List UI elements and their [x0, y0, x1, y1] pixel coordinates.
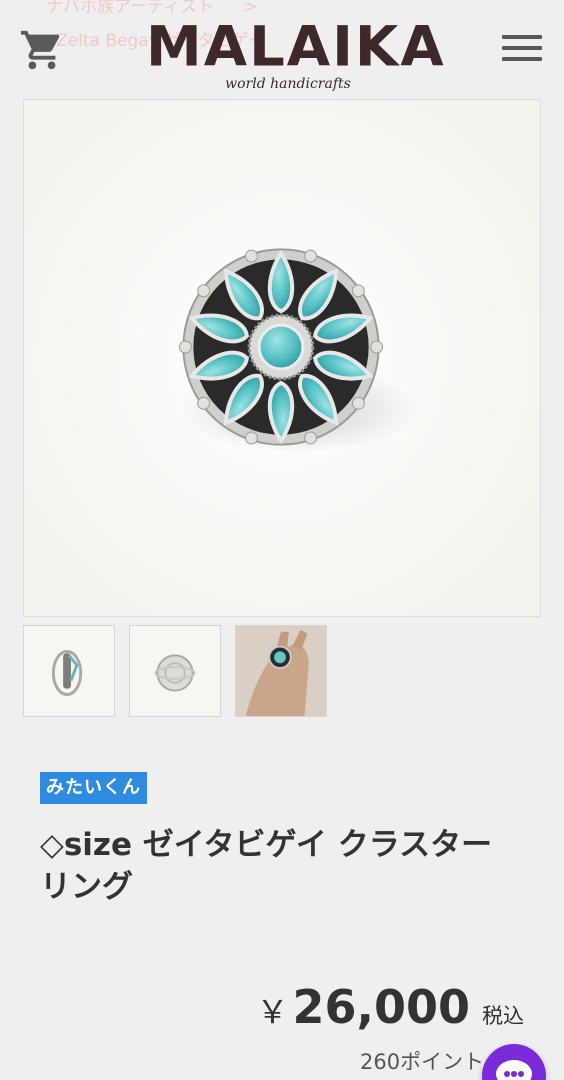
reward-points: 260ポイント [360, 1050, 485, 1074]
thumbnail-ring-side[interactable] [23, 625, 115, 717]
site-header: ナバホ族アーティスト > Zelta Begay ゼイタビゲイ MALAIKA … [0, 0, 564, 100]
chat-button[interactable] [482, 1044, 546, 1080]
thumbnail-strip [23, 625, 333, 717]
ring-on-hand-image [236, 626, 326, 716]
price: ￥ 26,000 税込 [256, 980, 524, 1034]
breadcrumb-separator: > [243, 0, 258, 17]
chat-dot [518, 1071, 524, 1077]
hamburger-line [502, 46, 542, 50]
thumbnail-ring-on-hand[interactable] [235, 625, 327, 717]
chat-dot [511, 1071, 517, 1077]
menu-button[interactable] [498, 28, 546, 68]
cart-button[interactable] [16, 26, 68, 74]
hamburger-menu-icon [502, 35, 542, 39]
ring-side-image [24, 626, 114, 716]
turquoise-ring-image [24, 100, 540, 616]
product-title: ◇size ゼイタビゲイ クラスター リング [40, 827, 493, 905]
chat-icon [496, 1060, 532, 1080]
product-main-image[interactable] [23, 99, 541, 617]
price-value: 26,000 [292, 980, 470, 1034]
price-tax-label: 税込 [482, 1004, 524, 1028]
logo-tagline: world handicrafts [225, 76, 351, 92]
price-currency: ￥ [256, 993, 289, 1031]
chat-dot [504, 1071, 510, 1077]
thumbnail-ring-back[interactable] [129, 625, 221, 717]
logo-wordmark: MALAIKA [146, 15, 446, 80]
cart-icon [20, 30, 60, 70]
hamburger-line [502, 57, 542, 61]
breadcrumb-item-artists[interactable]: ナバホ族アーティスト [46, 0, 214, 17]
product-tag-badge: みたいくん [40, 772, 147, 804]
ring-back-image [130, 626, 220, 716]
site-logo[interactable]: MALAIKA world handicrafts [146, 15, 446, 98]
